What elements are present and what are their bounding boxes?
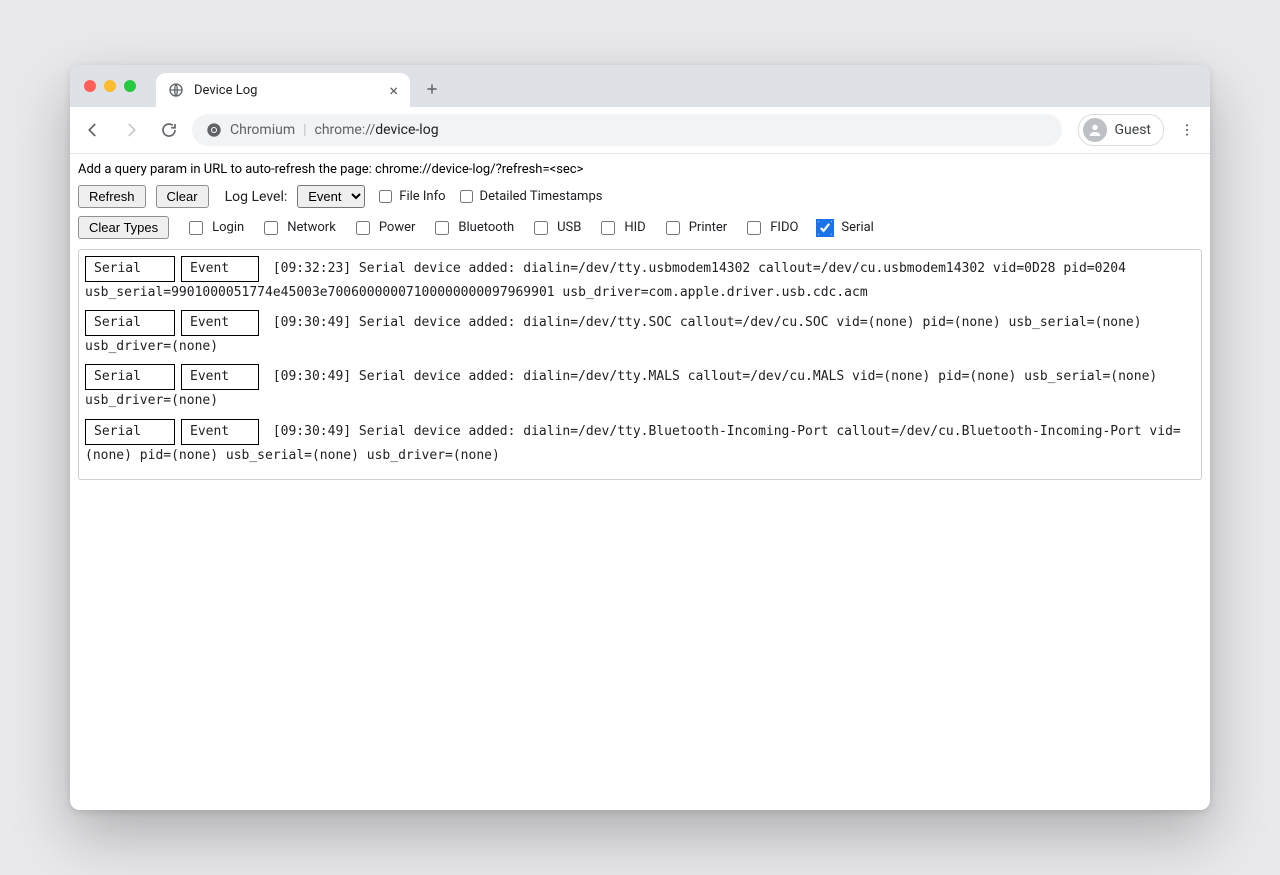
reload-button[interactable] [154, 115, 184, 145]
browser-window: Device Log × [70, 65, 1210, 810]
type-checkbox-power[interactable] [356, 221, 370, 235]
file-info-toggle[interactable]: File Info [375, 187, 445, 206]
type-label: Power [379, 220, 416, 235]
type-toggle-hid[interactable]: HID [597, 218, 645, 238]
log-tag-chip: Serial [85, 256, 175, 282]
type-checkbox-network[interactable] [264, 221, 278, 235]
log-tag-chip: Serial [85, 364, 175, 390]
chromium-icon [206, 122, 222, 138]
log-tag-chip: Serial [85, 419, 175, 445]
log-level-select[interactable]: Event [297, 185, 365, 208]
clear-types-button[interactable]: Clear Types [78, 216, 169, 239]
log-tag-chip: Serial [85, 310, 175, 336]
type-label: Serial [841, 220, 873, 235]
close-tab-icon[interactable]: × [389, 81, 398, 100]
type-label: HID [624, 220, 645, 235]
close-window-button[interactable] [84, 80, 96, 92]
log-entry: SerialEvent [09:30:49] Serial device add… [85, 419, 1195, 467]
type-label: Printer [689, 220, 728, 235]
minimize-window-button[interactable] [104, 80, 116, 92]
url-text: Chromium | chrome://device-log [230, 122, 439, 138]
log-level-chip: Event [181, 419, 259, 445]
type-toggle-printer[interactable]: Printer [662, 218, 728, 238]
type-toggle-login[interactable]: Login [185, 218, 244, 238]
url-prefix: chrome:// [315, 122, 376, 138]
types-row: Clear Types Login Network Power Bluetooth US… [78, 216, 1202, 239]
forward-button[interactable] [116, 115, 146, 145]
log-level-chip: Event [181, 364, 259, 390]
type-toggle-fido[interactable]: FIDO [743, 218, 798, 238]
window-traffic-lights [70, 65, 150, 107]
auto-refresh-hint: Add a query param in URL to auto-refresh… [78, 162, 1202, 177]
file-info-label: File Info [399, 189, 445, 204]
detailed-ts-toggle[interactable]: Detailed Timestamps [456, 187, 603, 206]
url-app-name: Chromium [230, 122, 295, 138]
clear-button[interactable]: Clear [156, 185, 209, 208]
globe-icon [168, 82, 184, 98]
tab-device-log[interactable]: Device Log × [156, 73, 410, 107]
log-level-label: Log Level: [225, 189, 288, 205]
log-container: SerialEvent [09:32:23] Serial device add… [78, 249, 1202, 480]
url-highlight: device-log [375, 122, 438, 138]
detailed-ts-checkbox[interactable] [460, 190, 473, 203]
type-toggle-serial[interactable]: Serial [814, 218, 873, 238]
log-entry: SerialEvent [09:32:23] Serial device add… [85, 256, 1195, 304]
log-level-chip: Event [181, 310, 259, 336]
type-label: FIDO [770, 220, 798, 235]
tab-title: Device Log [194, 83, 257, 98]
tab-strip: Device Log × [70, 65, 1210, 107]
back-button[interactable] [78, 115, 108, 145]
type-checkbox-hid[interactable] [601, 221, 615, 235]
type-toggle-bluetooth[interactable]: Bluetooth [431, 218, 514, 238]
profile-label: Guest [1115, 122, 1151, 138]
url-divider: | [303, 122, 306, 138]
type-checkbox-bluetooth[interactable] [435, 221, 449, 235]
detailed-ts-label: Detailed Timestamps [480, 189, 603, 204]
log-level-chip: Event [181, 256, 259, 282]
type-checkbox-fido[interactable] [747, 221, 761, 235]
control-row-1: Refresh Clear Log Level: Event File Info… [78, 185, 1202, 208]
new-tab-button[interactable] [418, 75, 446, 103]
avatar-icon [1083, 118, 1107, 142]
type-toggle-network[interactable]: Network [260, 218, 336, 238]
browser-menu-button[interactable] [1172, 115, 1202, 145]
log-entry: SerialEvent [09:30:49] Serial device add… [85, 364, 1195, 412]
type-checkbox-usb[interactable] [534, 221, 548, 235]
log-entry: SerialEvent [09:30:49] Serial device add… [85, 310, 1195, 358]
profile-button[interactable]: Guest [1078, 114, 1164, 146]
type-checkbox-login[interactable] [189, 221, 203, 235]
file-info-checkbox[interactable] [379, 190, 392, 203]
page-content: Add a query param in URL to auto-refresh… [70, 154, 1210, 810]
type-label: Network [287, 220, 336, 235]
type-checkbox-printer[interactable] [666, 221, 680, 235]
fullscreen-window-button[interactable] [124, 80, 136, 92]
browser-toolbar: Chromium | chrome://device-log Guest [70, 107, 1210, 154]
address-bar[interactable]: Chromium | chrome://device-log [192, 114, 1062, 146]
type-label: Bluetooth [458, 220, 514, 235]
refresh-button[interactable]: Refresh [78, 185, 146, 208]
type-checkbox-serial[interactable] [818, 221, 832, 235]
type-toggle-power[interactable]: Power [352, 218, 416, 238]
type-label: USB [557, 220, 581, 235]
type-label: Login [212, 220, 244, 235]
type-toggle-usb[interactable]: USB [530, 218, 581, 238]
